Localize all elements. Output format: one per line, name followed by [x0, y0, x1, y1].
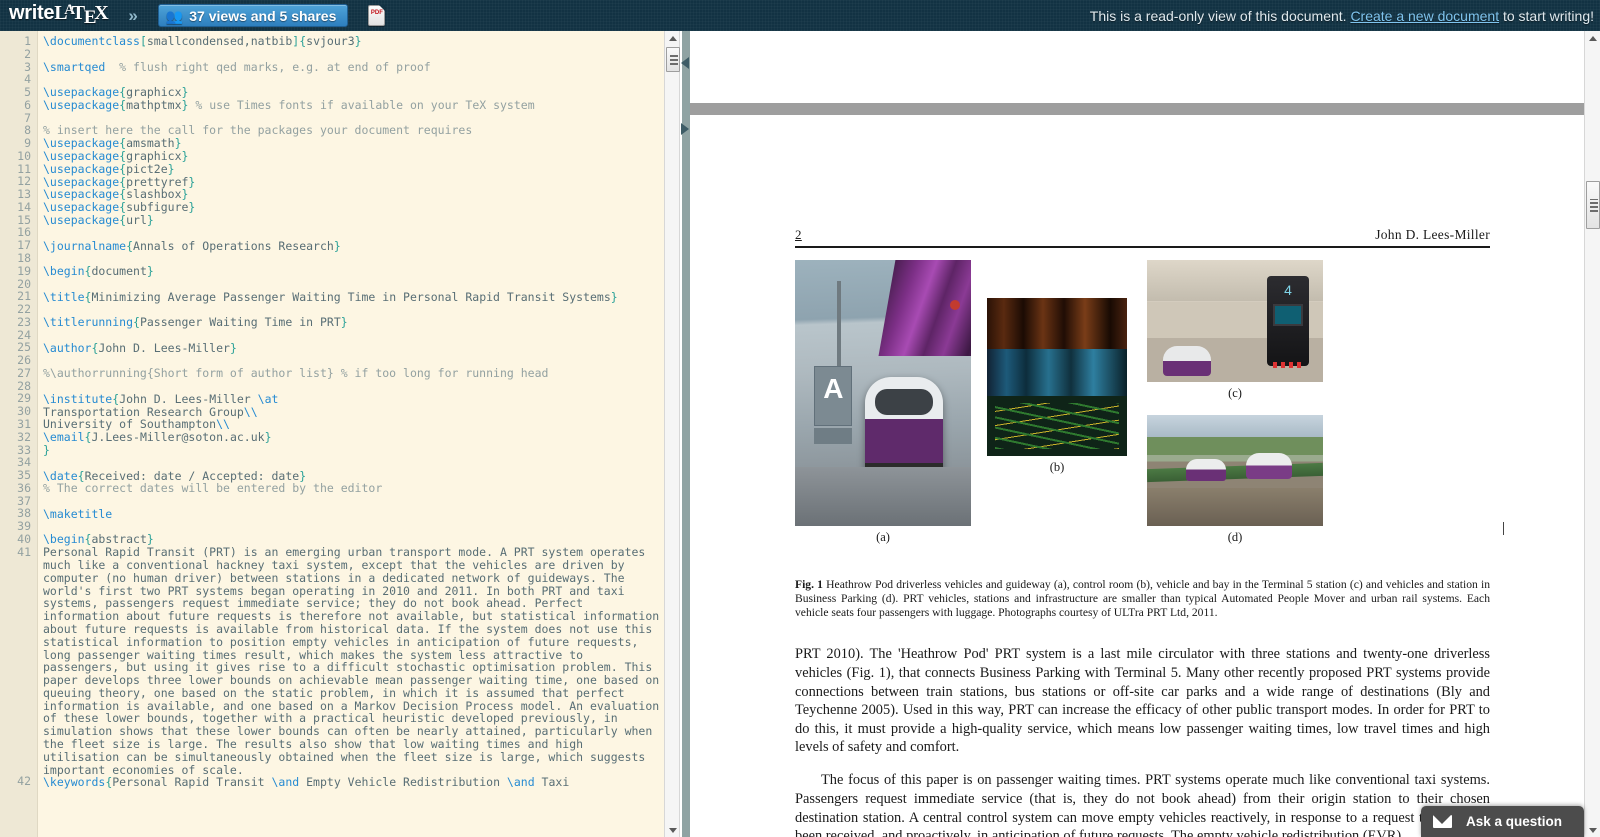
figure-sublabel-d: (d)	[1227, 530, 1243, 544]
pdf-scroll-up-arrow[interactable]	[1585, 31, 1600, 45]
lamp-pole-shape	[837, 281, 842, 378]
car-park-ground-shape	[1147, 488, 1323, 526]
create-new-document-link[interactable]: Create a new document	[1350, 8, 1499, 24]
figure-caption: Fig. 1 Heathrow Pod driverless vehicles …	[795, 578, 1490, 619]
grass-shape	[1147, 437, 1323, 455]
readonly-prefix: This is a read-only view of this documen…	[1089, 7, 1351, 24]
figure-photo-b	[987, 298, 1127, 456]
pdf-paragraph-2: The focus of this paper is on passenger …	[795, 772, 1490, 837]
parking-pod-1-shape	[1245, 452, 1292, 479]
ask-a-question-label: Ask a question	[1465, 814, 1562, 829]
parking-pod-2-shape	[1185, 459, 1226, 482]
pdf-head-rule	[795, 246, 1490, 248]
figure-sublabel-c: (c)	[1228, 386, 1242, 400]
pdf-page-2: 2 John D. Lees-Miller A 4 (a) (b) (c) (d…	[690, 115, 1562, 837]
triangle-down-icon	[669, 827, 677, 833]
pod-in-bay-shape	[1163, 346, 1211, 376]
pdf-vertical-scrollbar[interactable]	[1584, 31, 1600, 837]
pdf-page-number: 2	[795, 227, 802, 242]
control-room-monitor-row-2	[987, 348, 1127, 396]
pdf-running-head: 2 John D. Lees-Miller	[795, 227, 1490, 243]
triangle-down-icon	[1589, 827, 1597, 833]
expand-right-arrow-icon[interactable]	[681, 123, 689, 135]
editor-scrollbar-thumb[interactable]	[666, 47, 680, 72]
control-room-network-map	[987, 395, 1127, 456]
pdf-page-1-bottom	[690, 31, 1562, 103]
readonly-notice: This is a read-only view of this documen…	[1090, 8, 1594, 24]
figure-photo-c	[1147, 260, 1323, 382]
editor-scroll-up-arrow[interactable]	[665, 31, 681, 45]
line-number-gutter: 1 2 3 4 5 6 7 8 9 10 11 12 13 14 15 16 17 18 19 20 21 22 23 24 2…	[0, 31, 38, 837]
envelope-icon	[1432, 815, 1452, 828]
page-edge-tick-mark	[1503, 522, 1504, 535]
editor-scroll-down-arrow[interactable]	[665, 823, 681, 837]
pdf-scroll-down-arrow[interactable]	[1585, 823, 1600, 837]
figure-1: (a) (b) (c) (d)	[795, 260, 1504, 556]
roadway-shape	[795, 467, 971, 526]
guideway-track-shape	[1147, 462, 1323, 483]
pdf-scrollbar-thumb[interactable]	[1586, 181, 1600, 229]
readonly-suffix: to start writing!	[1499, 7, 1594, 24]
pdf-paragraph-1: PRT 2010). The 'Heathrow Pod' PRT system…	[795, 646, 1490, 756]
kiosk-screen-shape	[1273, 304, 1303, 326]
triangle-up-icon	[669, 35, 677, 41]
figure-caption-label: Fig. 1	[795, 578, 823, 591]
figure-photo-d	[1147, 415, 1323, 526]
figure-sublabel-b: (b)	[1049, 460, 1065, 474]
writelatex-logo[interactable]: writeLATEX	[9, 2, 109, 29]
logo-latex-mark: LATEX	[54, 2, 109, 28]
kiosk-buttons-shape	[1273, 362, 1303, 368]
figure-caption-text: Heathrow Pod driverless vehicles and gui…	[795, 578, 1490, 619]
pdf-file-icon[interactable]	[368, 5, 386, 26]
people-icon: 👥	[165, 7, 184, 24]
pdf-page-separator	[690, 103, 1584, 115]
pdf-preview-pane[interactable]: 2 John D. Lees-Miller A 4 (a) (b) (c) (d…	[690, 31, 1584, 837]
collapse-left-arrow-icon[interactable]	[681, 57, 689, 69]
pane-divider[interactable]	[681, 31, 690, 837]
sky-shape	[1147, 415, 1323, 438]
triangle-up-icon	[1589, 35, 1597, 41]
ask-a-question-button[interactable]: Ask a question	[1420, 806, 1584, 837]
latex-source-editor[interactable]: 1 2 3 4 5 6 7 8 9 10 11 12 13 14 15 16 17 18 19 20 21 22 23 24 2…	[0, 31, 664, 837]
figure-photo-a	[795, 260, 971, 526]
logo-write-text: write	[9, 2, 55, 24]
editor-vertical-scrollbar[interactable]	[664, 31, 680, 837]
control-room-monitor-row-1	[987, 298, 1127, 349]
station-sign-a	[814, 366, 853, 427]
pdf-running-author: John D. Lees-Miller	[1375, 227, 1490, 242]
views-badge-label: 37 views and 5 shares	[189, 7, 337, 24]
views-and-shares-badge[interactable]: 👥 37 views and 5 shares	[157, 4, 349, 27]
source-code-area[interactable]: \documentclass[smallcondensed,natbib]{sv…	[38, 31, 664, 837]
top-bar: writeLATEX » 👥 37 views and 5 shares Thi…	[0, 0, 1600, 31]
figure-sublabel-a: (a)	[876, 530, 890, 544]
breadcrumb-chevron: »	[128, 5, 138, 25]
station-sign-sub	[814, 427, 853, 444]
